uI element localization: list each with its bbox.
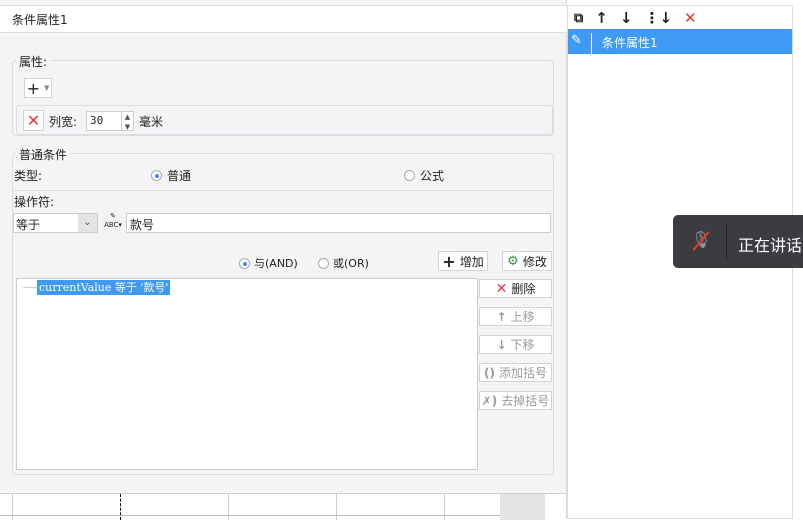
radio-checked-icon: [239, 257, 250, 269]
radio-unchecked-icon: [318, 257, 329, 269]
or-label: 或(OR): [333, 257, 369, 270]
operator-select[interactable]: 等于 ⌄: [13, 213, 98, 233]
remove-property-button[interactable]: ✕: [23, 110, 44, 131]
spreadsheet-grid: [0, 493, 566, 520]
add-button[interactable]: + 增加: [438, 251, 488, 271]
properties-group: 属性: + ▼ ✕ 列宽: 30 ▲ ▼ 毫米: [12, 53, 554, 136]
plus-icon: +: [442, 251, 456, 271]
tree-line: [23, 287, 37, 288]
column-width-label: 列宽:: [49, 115, 78, 129]
operator-label: 操作符:: [14, 195, 55, 209]
operator-value: 等于: [16, 218, 41, 232]
radio-checked-icon: [151, 170, 162, 181]
spin-up-icon[interactable]: ▲: [122, 112, 133, 122]
condition-value-input[interactable]: 款号: [126, 213, 551, 233]
type-label: 类型:: [14, 169, 43, 183]
add-label: 增加: [459, 254, 484, 269]
delete-button[interactable]: ✕ 删除: [479, 279, 552, 298]
modify-button[interactable]: ⚙ 修改: [502, 251, 552, 271]
close-icon: ✕: [495, 280, 508, 297]
add-property-button[interactable]: + ▼: [24, 78, 52, 98]
move-down-label: 下移: [510, 338, 535, 352]
arrow-up-icon: ↑: [496, 309, 507, 324]
move-down-button[interactable]: ↓ 下移: [479, 335, 552, 354]
condition-list[interactable]: currentValue 等于 '款号': [16, 278, 478, 470]
divider: [726, 224, 727, 260]
delete-icon[interactable]: ✕: [684, 9, 697, 27]
close-icon: ✕: [26, 111, 41, 130]
type-formula-radio[interactable]: 公式: [404, 167, 444, 184]
spin-down-icon[interactable]: ▼: [122, 122, 133, 132]
toolbar: ⧉ ↑ ↓ ⋮↓ ✕: [574, 8, 697, 28]
and-radio[interactable]: 与(AND): [239, 255, 298, 271]
arrow-up-icon[interactable]: ↑: [595, 9, 608, 27]
type-normal-label: 普通: [167, 169, 192, 183]
toast-text: 正在讲话: [738, 236, 803, 255]
grid-scrollbar[interactable]: [500, 494, 545, 520]
arrow-down-icon: ↓: [496, 337, 507, 352]
edit-pencil-icon[interactable]: ✎: [571, 33, 592, 54]
copy-icon[interactable]: ⧉: [574, 11, 583, 26]
unit-label: 毫米: [139, 115, 164, 129]
move-up-label: 上移: [510, 310, 535, 324]
modify-label: 修改: [522, 254, 547, 269]
chevron-down-icon[interactable]: ⌄: [78, 214, 97, 232]
move-bottom-icon[interactable]: ⋮↓: [644, 9, 672, 27]
panel-title: 条件属性1: [0, 5, 567, 33]
add-bracket-label: 添加括号: [498, 366, 547, 380]
remove-bracket-label: 去掉括号: [501, 394, 550, 408]
type-normal-radio[interactable]: 普通: [151, 167, 191, 184]
remove-bracket-icon: ✗): [481, 393, 498, 408]
value-type-abc-icon[interactable]: ✎ ABC▾: [102, 212, 124, 234]
column-width-spinner[interactable]: ▲ ▼: [121, 111, 134, 131]
radio-unchecked-icon: [404, 170, 415, 181]
condition-list-item[interactable]: currentValue 等于 '款号': [37, 280, 171, 295]
type-formula-label: 公式: [420, 169, 445, 183]
arrow-down-icon[interactable]: ↓: [620, 9, 633, 27]
speaking-toast: 🎙 正在讲话: [673, 215, 803, 268]
condition-editor-panel: 条件属性1 属性: + ▼ ✕ 列宽: 30 ▲ ▼ 毫米 普通条件 类型: 普通 …: [0, 0, 567, 520]
bracket-icon: (): [484, 365, 495, 380]
move-up-button[interactable]: ↑ 上移: [479, 307, 552, 326]
divider: [13, 190, 554, 191]
plus-icon: +: [26, 78, 40, 98]
condition-item-label: 条件属性1: [602, 36, 658, 50]
remove-bracket-button[interactable]: ✗) 去掉括号: [479, 391, 552, 410]
chevron-down-icon: ▼: [44, 84, 50, 92]
delete-label: 删除: [511, 282, 536, 296]
properties-legend: 属性:: [16, 53, 51, 70]
normal-condition-legend: 普通条件: [16, 146, 71, 163]
and-label: 与(AND): [254, 257, 298, 270]
modify-gear-icon: ⚙: [507, 253, 519, 269]
column-width-row: ✕ 列宽: 30 ▲ ▼ 毫米: [16, 105, 553, 135]
condition-item[interactable]: ✎ 条件属性1: [568, 29, 792, 54]
or-radio[interactable]: 或(OR): [318, 255, 369, 271]
add-bracket-button[interactable]: () 添加括号: [479, 363, 552, 382]
